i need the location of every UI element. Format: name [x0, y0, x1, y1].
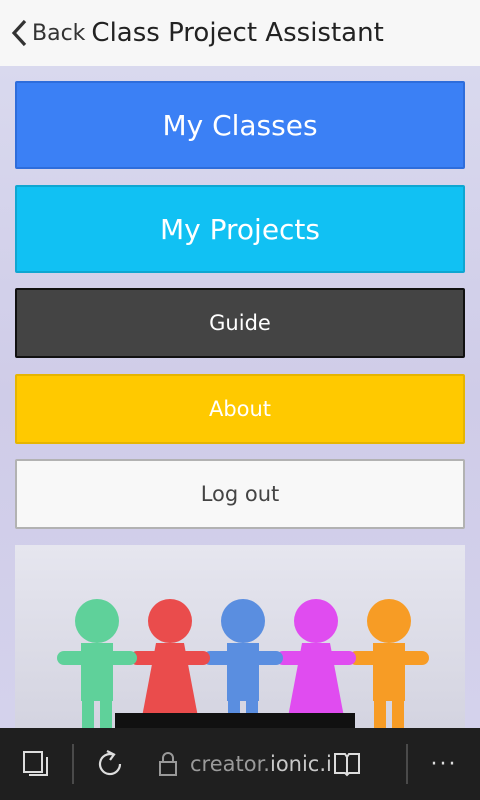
back-button[interactable]: Back: [0, 0, 85, 66]
logout-label: Log out: [200, 482, 280, 506]
more-button[interactable]: ···: [408, 728, 480, 800]
tabs-icon[interactable]: [0, 728, 72, 800]
reading-view-icon[interactable]: [332, 750, 362, 778]
my-classes-label: My Classes: [162, 108, 318, 142]
about-label: About: [208, 397, 272, 421]
lock-icon: [159, 752, 177, 776]
logout-button[interactable]: Log out: [15, 459, 465, 529]
my-projects-button[interactable]: My Projects: [15, 185, 465, 273]
my-classes-button[interactable]: My Classes: [15, 81, 465, 169]
banner-image: [15, 545, 465, 728]
banner-dark-base: [115, 713, 355, 728]
back-label: Back: [32, 20, 86, 46]
guide-label: Guide: [209, 311, 271, 335]
page-title: Class Project Assistant: [91, 18, 384, 48]
person-figure: [130, 599, 210, 728]
person-figure: [276, 599, 356, 728]
main-content: My Classes My Projects Guide About Log o…: [0, 66, 480, 728]
address-bar[interactable]: creator.ionic.ic: [146, 728, 406, 800]
refresh-icon[interactable]: [74, 728, 146, 800]
url-main: ionic.ic: [269, 752, 332, 776]
person-figure: [57, 599, 137, 728]
person-figure: [203, 599, 283, 728]
guide-button[interactable]: Guide: [15, 288, 465, 358]
my-projects-label: My Projects: [159, 212, 320, 246]
url-prefix: creator.: [190, 752, 270, 776]
person-figure: [349, 599, 429, 728]
people-illustration: [57, 599, 429, 728]
chevron-left-icon: [11, 19, 27, 47]
about-button[interactable]: About: [15, 374, 465, 444]
browser-toolbar: creator.ionic.ic ···: [0, 728, 480, 800]
url-text: creator.ionic.ic: [190, 752, 332, 776]
nav-bar: Back Class Project Assistant: [0, 0, 480, 66]
